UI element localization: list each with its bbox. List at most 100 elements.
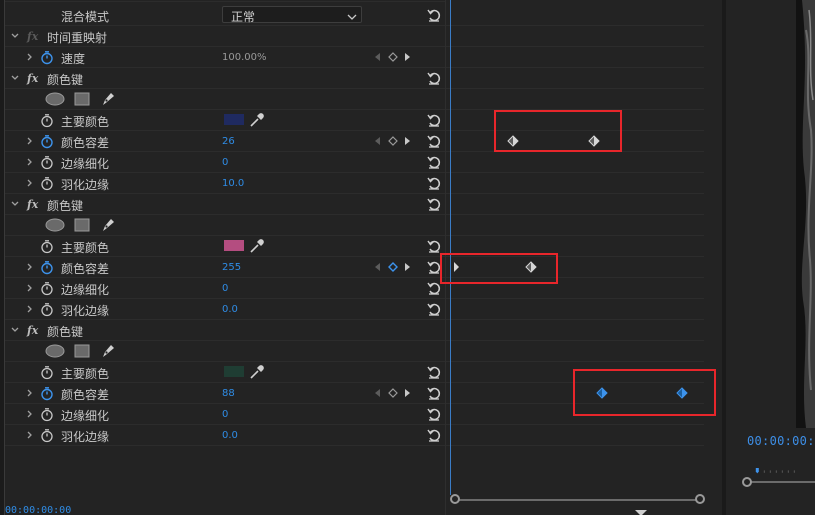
edge-thin-value[interactable]: 0 <box>222 409 228 420</box>
rectangle-mask-icon[interactable] <box>74 92 90 106</box>
ellipse-mask-icon[interactable] <box>45 344 65 358</box>
reset-icon[interactable] <box>426 133 442 149</box>
chevron-right-icon[interactable] <box>24 51 34 63</box>
tolerance-value[interactable]: 88 <box>222 388 235 399</box>
edge-thin-value[interactable]: 0 <box>222 157 228 168</box>
reset-icon[interactable] <box>426 7 442 23</box>
add-keyframe-icon[interactable] <box>388 136 398 146</box>
fx-icon[interactable]: fx <box>27 324 41 337</box>
monitor-scroll-handle[interactable] <box>742 477 752 487</box>
main-color-swatch[interactable] <box>224 366 244 377</box>
stopwatch-icon[interactable] <box>40 50 54 65</box>
speed-value[interactable]: 100.00% <box>222 52 267 63</box>
stopwatch-icon[interactable] <box>40 155 54 170</box>
tolerance-value[interactable]: 26 <box>222 136 235 147</box>
feather-value[interactable]: 10.0 <box>222 178 244 189</box>
reset-icon[interactable] <box>426 196 442 212</box>
eyedropper-icon[interactable] <box>249 364 265 380</box>
timeline-row <box>446 194 704 215</box>
stopwatch-icon[interactable] <box>40 113 54 128</box>
reset-icon[interactable] <box>426 427 442 443</box>
feather-value[interactable]: 0.0 <box>222 430 238 441</box>
filter-icon[interactable] <box>635 507 647 515</box>
stopwatch-icon[interactable] <box>40 281 54 296</box>
tolerance-value[interactable]: 255 <box>222 262 241 273</box>
prev-keyframe-icon[interactable] <box>373 388 381 398</box>
eyedropper-icon[interactable] <box>249 238 265 254</box>
prev-keyframe-icon[interactable] <box>373 136 381 146</box>
playhead-line[interactable] <box>450 0 451 495</box>
chevron-down-icon[interactable] <box>10 324 20 336</box>
timeline-zoom-bar[interactable] <box>452 499 702 501</box>
zoom-start-handle[interactable] <box>450 494 460 504</box>
chevron-right-icon[interactable] <box>24 387 34 399</box>
monitor-time-ruler[interactable] <box>741 468 815 474</box>
stopwatch-icon[interactable] <box>40 386 54 401</box>
add-keyframe-icon[interactable] <box>388 52 398 62</box>
stopwatch-icon[interactable] <box>40 134 54 149</box>
reset-icon[interactable] <box>426 175 442 191</box>
pen-mask-icon[interactable] <box>100 217 116 233</box>
chevron-right-icon[interactable] <box>24 261 34 273</box>
chevron-right-icon[interactable] <box>24 282 34 294</box>
reset-icon[interactable] <box>426 301 442 317</box>
keyframe-timeline[interactable] <box>440 0 723 515</box>
stopwatch-icon[interactable] <box>40 176 54 191</box>
fx-icon[interactable]: fx <box>27 30 41 43</box>
chevron-right-icon[interactable] <box>24 303 34 315</box>
prev-keyframe-icon[interactable] <box>373 52 381 62</box>
color-key-3-header[interactable]: fx 颜色键 <box>5 320 445 341</box>
timeline-row <box>446 47 704 68</box>
reset-icon[interactable] <box>426 70 442 86</box>
main-color-swatch[interactable] <box>224 240 244 251</box>
edge-thin-value[interactable]: 0 <box>222 283 228 294</box>
rectangle-mask-icon[interactable] <box>74 218 90 232</box>
chevron-right-icon[interactable] <box>24 156 34 168</box>
reset-icon[interactable] <box>426 238 442 254</box>
color-key-2-header[interactable]: fx 颜色键 <box>5 194 445 215</box>
stopwatch-icon[interactable] <box>40 239 54 254</box>
next-keyframe-icon[interactable] <box>404 136 412 146</box>
bottom-timecode[interactable]: 00:00:00:00 <box>5 505 71 515</box>
add-keyframe-icon[interactable] <box>388 262 398 272</box>
fx-icon[interactable]: fx <box>27 72 41 85</box>
ellipse-mask-icon[interactable] <box>45 218 65 232</box>
next-keyframe-icon[interactable] <box>404 262 412 272</box>
next-keyframe-icon[interactable] <box>404 52 412 62</box>
reset-icon[interactable] <box>426 112 442 128</box>
stopwatch-icon[interactable] <box>40 407 54 422</box>
chevron-down-icon[interactable] <box>10 198 20 210</box>
reset-icon[interactable] <box>426 385 442 401</box>
feather-row: 羽化边缘 0.0 <box>5 425 445 446</box>
monitor-scrollbar[interactable] <box>747 481 815 483</box>
pen-mask-icon[interactable] <box>100 91 116 107</box>
chevron-down-icon[interactable] <box>10 72 20 84</box>
add-keyframe-icon[interactable] <box>388 388 398 398</box>
next-keyframe-icon[interactable] <box>404 388 412 398</box>
pen-mask-icon[interactable] <box>100 343 116 359</box>
stopwatch-icon[interactable] <box>40 365 54 380</box>
stopwatch-icon[interactable] <box>40 302 54 317</box>
time-remap-header[interactable]: fx 时间重映射 <box>5 26 445 47</box>
chevron-right-icon[interactable] <box>24 177 34 189</box>
chevron-right-icon[interactable] <box>24 408 34 420</box>
reset-icon[interactable] <box>426 364 442 380</box>
prev-keyframe-icon[interactable] <box>373 262 381 272</box>
eyedropper-icon[interactable] <box>249 112 265 128</box>
fx-icon[interactable]: fx <box>27 198 41 211</box>
chevron-right-icon[interactable] <box>24 429 34 441</box>
reset-icon[interactable] <box>426 406 442 422</box>
reset-icon[interactable] <box>426 154 442 170</box>
chevron-down-icon[interactable] <box>10 30 20 42</box>
ellipse-mask-icon[interactable] <box>45 92 65 106</box>
main-color-swatch[interactable] <box>224 114 244 125</box>
playhead-timecode[interactable]: 00:00:00:0 <box>747 434 815 448</box>
chevron-right-icon[interactable] <box>24 135 34 147</box>
blend-mode-dropdown[interactable]: 正常 <box>222 6 362 24</box>
color-key-1-header[interactable]: fx 颜色键 <box>5 68 445 89</box>
stopwatch-icon[interactable] <box>40 260 54 275</box>
rectangle-mask-icon[interactable] <box>74 344 90 358</box>
feather-value[interactable]: 0.0 <box>222 304 238 315</box>
zoom-end-handle[interactable] <box>695 494 705 504</box>
stopwatch-icon[interactable] <box>40 428 54 443</box>
